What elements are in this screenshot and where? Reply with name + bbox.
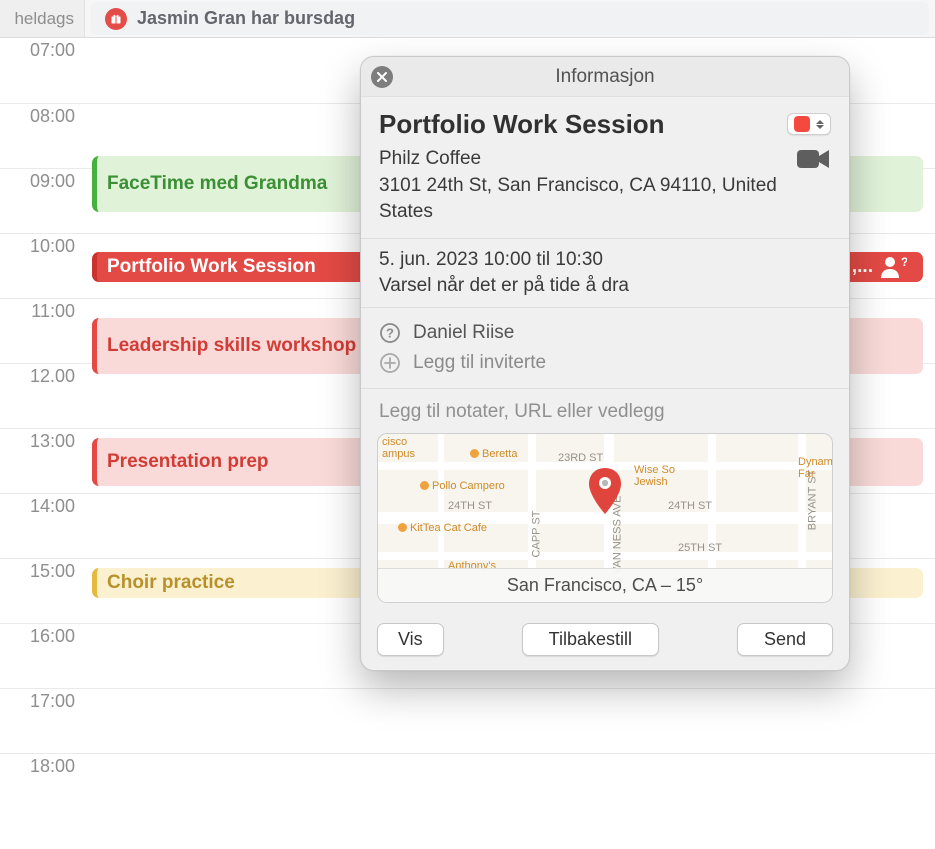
allday-event-birthday[interactable]: Jasmin Gran har bursdag (91, 2, 929, 35)
hour-slot[interactable] (85, 689, 935, 753)
view-button[interactable]: Vis (377, 623, 444, 656)
hour-label: 07:00 (0, 38, 85, 61)
svg-text:?: ? (901, 255, 907, 269)
event-title: Presentation prep (107, 451, 269, 473)
person-question-icon: ? (879, 255, 907, 279)
notes-field[interactable]: Legg til notater, URL eller vedlegg (361, 389, 849, 429)
allday-event-title: Jasmin Gran har bursdag (137, 8, 355, 29)
event-details-popover: Informasjon Portfolio Work Session Philz… (360, 56, 850, 671)
hour-label: 15:00 (0, 559, 85, 582)
map-poi: Dynam Far (798, 456, 833, 480)
facetime-button[interactable] (797, 148, 831, 175)
reset-button[interactable]: Tilbakestill (522, 623, 659, 656)
location-name: Philz Coffee (379, 148, 481, 169)
calendar-color-dot (794, 116, 810, 132)
close-icon (377, 72, 387, 82)
event-attendee-status: ,... ? (846, 254, 913, 280)
hour-label: 09:00 (0, 169, 85, 192)
svg-text:?: ? (386, 325, 394, 340)
map-poi: Beretta (470, 448, 517, 460)
send-button[interactable]: Send (737, 623, 833, 656)
map-poi: Pollo Campero (420, 480, 505, 492)
event-time[interactable]: 5. jun. 2023 10:00 til 10:30 (379, 249, 831, 271)
close-button[interactable] (371, 66, 393, 88)
map-street-label: 23RD ST (558, 452, 603, 464)
map-street-label: 24TH ST (448, 500, 492, 512)
add-invitee-label: Legg til inviterte (413, 352, 546, 374)
calendar-picker[interactable] (787, 113, 831, 135)
help-circle-icon: ? (379, 322, 401, 344)
hour-label: 10:00 (0, 234, 85, 257)
popover-header: Informasjon (361, 57, 849, 97)
hour-label: 12.00 (0, 364, 85, 387)
event-title: Leadership skills workshop (107, 335, 356, 357)
event-right-label: ,... (852, 256, 873, 278)
hour-label: 08:00 (0, 104, 85, 127)
map-poi: Wise So Jewish (634, 464, 675, 488)
event-title: Portfolio Work Session (107, 256, 316, 278)
event-title: Choir practice (107, 572, 235, 594)
hour-label: 16:00 (0, 624, 85, 647)
map-street-label: 24TH ST (668, 500, 712, 512)
add-invitee-row[interactable]: Legg til inviterte (379, 348, 831, 378)
map-pin-icon (587, 468, 623, 516)
location-address: 3101 24th St, San Francisco, CA 94110, U… (379, 175, 777, 223)
gift-icon (105, 8, 127, 30)
video-icon (797, 148, 831, 170)
event-title: FaceTime med Grandma (107, 173, 327, 195)
event-title-field[interactable]: Portfolio Work Session (379, 109, 665, 140)
hour-label: 11:00 (0, 299, 85, 322)
map-poi: cisco ampus (382, 436, 415, 460)
allday-row: heldags Jasmin Gran har bursdag (0, 0, 935, 38)
map-street-label: CAPP ST (530, 510, 542, 557)
hour-label: 17:00 (0, 689, 85, 712)
hour-label: 14:00 (0, 494, 85, 517)
popover-header-title: Informasjon (555, 66, 654, 88)
stepper-icon (816, 120, 824, 129)
allday-label: heldags (0, 0, 85, 37)
event-location[interactable]: Philz Coffee 3101 24th St, San Francisco… (379, 146, 797, 226)
location-map[interactable]: 23RD ST 24TH ST 24TH ST 25TH ST CAPP ST … (377, 433, 833, 603)
plus-circle-icon (379, 352, 401, 374)
hour-slot[interactable] (85, 754, 935, 818)
hour-label: 18:00 (0, 754, 85, 777)
popover-button-row: Vis Tilbakestill Send (361, 615, 849, 670)
event-alert[interactable]: Varsel når det er på tide å dra (379, 275, 831, 297)
invitee-name: Daniel Riise (413, 322, 514, 344)
hour-label: 13:00 (0, 429, 85, 452)
map-caption: San Francisco, CA – 15° (378, 568, 832, 602)
invitee-row[interactable]: ? Daniel Riise (379, 318, 831, 348)
map-poi: KitTea Cat Cafe (398, 522, 487, 534)
map-street-label: 25TH ST (678, 542, 722, 554)
